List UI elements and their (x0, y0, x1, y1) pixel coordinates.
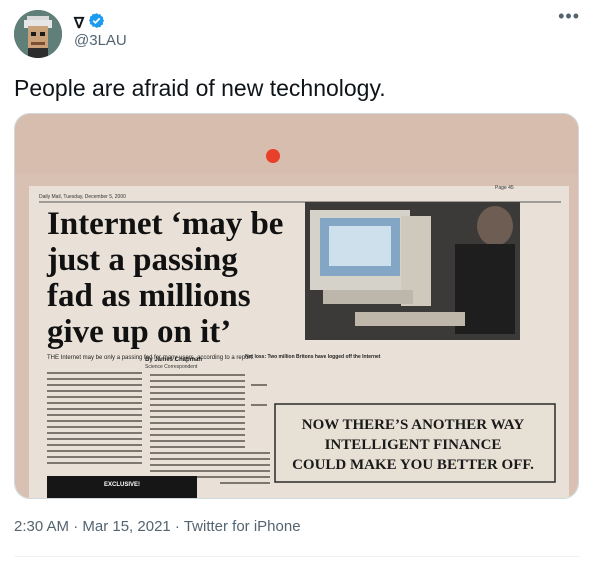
author-display-name[interactable]: ∇ (74, 14, 84, 32)
headline-line: give up on it’ (47, 314, 231, 350)
author-name-row[interactable]: ∇ (74, 12, 105, 34)
masthead-text: Daily Mail, Tuesday, December 5, 2000 (39, 194, 126, 200)
tweet-text: People are afraid of new technology. (14, 75, 386, 101)
headline-line: just a passing (46, 242, 238, 278)
ad-line: COULD MAKE YOU BETTER OFF. (292, 457, 534, 473)
red-pin (266, 149, 280, 163)
tweet-media[interactable]: Daily Mail, Tuesday, December 5, 2000 Pa… (14, 113, 579, 499)
avatar-image (14, 10, 62, 58)
ad-line: NOW THERE’S ANOTHER WAY (302, 417, 525, 433)
tweet-meta: 2:30 AM · Mar 15, 2021 · Twitter for iPh… (14, 518, 301, 535)
more-horizontal-icon[interactable]: ••• (558, 6, 580, 27)
divider (14, 556, 580, 557)
newspaper-clipping-photo: Daily Mail, Tuesday, December 5, 2000 Pa… (15, 114, 578, 498)
exclusive-label: EXCLUSIVE! (104, 482, 140, 488)
author-handle[interactable]: @3LAU (74, 32, 127, 49)
photo-caption: Net loss: Two million Britons have logge… (245, 354, 381, 360)
tweet-timestamp-link[interactable]: 2:30 AM · Mar 15, 2021 (14, 518, 171, 535)
headline-line: fad as millions (47, 278, 251, 314)
verified-badge-icon (88, 12, 105, 34)
article-byline: By James Chapman (145, 357, 202, 363)
headline-line: Internet ‘may be (47, 206, 283, 242)
article-byline-role: Science Correspondent (145, 364, 198, 370)
ad-line: INTELLIGENT FINANCE (325, 437, 502, 453)
meta-separator: · (170, 518, 184, 535)
tweet-source-link[interactable]: Twitter for iPhone (184, 518, 301, 535)
avatar[interactable] (14, 10, 62, 58)
page-number-text: Page 45 (495, 185, 514, 191)
